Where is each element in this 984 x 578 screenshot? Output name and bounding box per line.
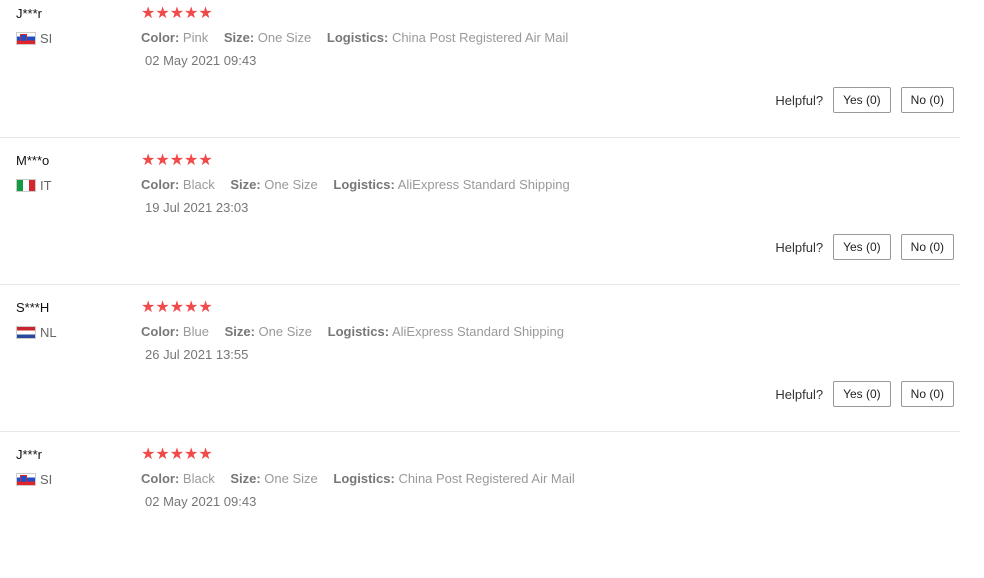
logistics-label: Logistics: (326, 30, 389, 45)
helpful-label: Helpful? (775, 239, 824, 255)
country-code: SI (40, 31, 53, 46)
flag-slovenia-icon (16, 32, 36, 45)
review-item: M***o IT ★★★★★ Color: Black Size: One Si… (0, 137, 960, 285)
review-date: 19 Jul 2021 23:03 (145, 200, 249, 215)
helpful-no-button[interactable]: No (0) (900, 381, 954, 407)
reviewer-info: S***H NL (16, 300, 57, 340)
logistics-label: Logistics: (333, 177, 395, 192)
reviewer-country: SI (16, 472, 52, 487)
review-content: ★★★★★ Color: Black Size: One Size Logist… (141, 445, 575, 509)
size-value: One Size (258, 324, 313, 339)
review-content: ★★★★★ Color: Pink Size: One Size Logisti… (141, 4, 568, 68)
review-item: J***r SI ★★★★★ Color: Pink Size: One Siz… (0, 0, 960, 138)
color-value: Blue (182, 324, 209, 339)
color-value: Black (182, 471, 215, 486)
helpful-label: Helpful? (775, 92, 824, 108)
review-attributes: Color: Black Size: One Size Logistics: A… (141, 177, 570, 192)
reviewer-name: M***o (16, 153, 50, 168)
color-label: Color: (141, 177, 180, 192)
reviewer-country: SI (16, 31, 52, 46)
country-code: IT (40, 178, 52, 193)
reviewer-name: J***r (16, 447, 43, 462)
color-value: Black (182, 177, 215, 192)
flag-italy-icon (16, 179, 36, 192)
logistics-label: Logistics: (327, 324, 390, 339)
helpful-vote: Helpful? Yes (0) No (0) (775, 87, 954, 113)
helpful-yes-button[interactable]: Yes (0) (833, 381, 891, 407)
review-date: 02 May 2021 09:43 (145, 494, 257, 509)
logistics-value: AliExpress Standard Shipping (397, 177, 570, 192)
review-content: ★★★★★ Color: Blue Size: One Size Logisti… (141, 298, 564, 362)
size-value: One Size (264, 177, 318, 192)
logistics-label: Logistics: (333, 471, 395, 486)
country-code: NL (40, 325, 57, 340)
helpful-vote: Helpful? Yes (0) No (0) (775, 381, 954, 407)
review-item: J***r SI ★★★★★ Color: Black Size: One Si… (0, 431, 960, 578)
color-label: Color: (141, 471, 180, 486)
color-label: Color: (141, 324, 180, 339)
review-attributes: Color: Pink Size: One Size Logistics: Ch… (141, 30, 568, 45)
size-label: Size: (230, 471, 261, 486)
color-value: Pink (182, 30, 209, 45)
helpful-vote: Helpful? Yes (0) No (0) (775, 234, 954, 260)
reviewer-country: NL (16, 325, 57, 340)
flag-slovenia-icon (16, 473, 36, 486)
reviewer-name: S***H (16, 300, 50, 315)
review-date: 26 Jul 2021 13:55 (145, 347, 249, 362)
review-attributes: Color: Blue Size: One Size Logistics: Al… (141, 324, 564, 339)
logistics-value: AliExpress Standard Shipping (391, 324, 564, 339)
helpful-no-button[interactable]: No (0) (900, 234, 954, 260)
star-rating: ★★★★★ (141, 5, 213, 22)
reviewer-name: J***r (16, 6, 43, 21)
reviewer-info: M***o IT (16, 153, 52, 193)
helpful-yes-button[interactable]: Yes (0) (833, 87, 891, 113)
logistics-value: China Post Registered Air Mail (398, 471, 575, 486)
review-content: ★★★★★ Color: Black Size: One Size Logist… (141, 151, 570, 215)
review-date: 02 May 2021 09:43 (145, 53, 257, 68)
reviewer-info: J***r SI (16, 447, 52, 487)
size-label: Size: (224, 324, 255, 339)
size-value: One Size (264, 471, 318, 486)
flag-netherlands-icon (16, 326, 36, 339)
color-label: Color: (141, 30, 180, 45)
logistics-value: China Post Registered Air Mail (391, 30, 569, 45)
size-label: Size: (223, 30, 255, 45)
country-code: SI (40, 472, 53, 487)
size-value: One Size (257, 30, 312, 45)
reviewer-info: J***r SI (16, 6, 52, 46)
size-label: Size: (230, 177, 261, 192)
star-rating: ★★★★★ (141, 446, 213, 463)
star-rating: ★★★★★ (141, 299, 213, 316)
reviewer-country: IT (16, 178, 52, 193)
helpful-no-button[interactable]: No (0) (900, 87, 954, 113)
helpful-yes-button[interactable]: Yes (0) (833, 234, 891, 260)
star-rating: ★★★★★ (141, 152, 213, 169)
review-attributes: Color: Black Size: One Size Logistics: C… (141, 471, 575, 486)
helpful-label: Helpful? (775, 386, 824, 402)
review-item: S***H NL ★★★★★ Color: Blue Size: One Siz… (0, 284, 960, 432)
